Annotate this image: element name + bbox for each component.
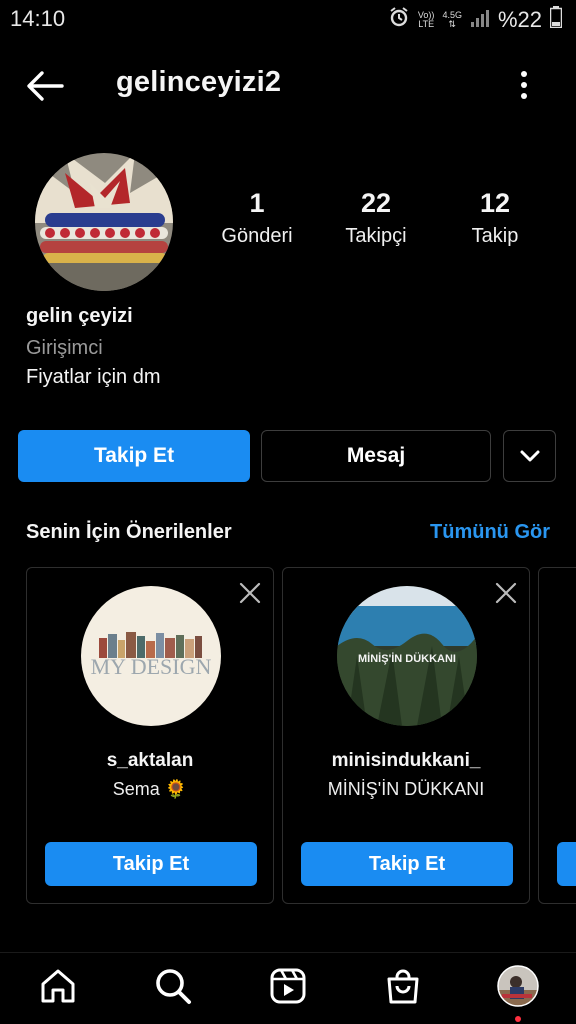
stat-following-label: Takip	[471, 225, 519, 247]
suggestion-follow-button[interactable]: Takip Et	[301, 842, 513, 886]
profile-name: gelin çeyizi	[26, 305, 133, 327]
more-options-button[interactable]	[508, 66, 540, 106]
suggestion-avatar[interactable]: MİNİŞ'İN DÜKKANI	[337, 586, 477, 726]
status-time: 14:10	[10, 6, 66, 31]
suggestions-toggle-button[interactable]	[503, 430, 556, 482]
reels-icon	[270, 968, 306, 1004]
status-icons: Vo)) LTE 4.5G ⇅ %22	[388, 6, 563, 34]
follow-button[interactable]: Takip Et	[18, 430, 250, 482]
profile-avatar-icon	[497, 965, 539, 1007]
stat-followers[interactable]: 22 Takipçi	[321, 188, 431, 248]
notification-dot	[515, 1016, 521, 1022]
status-bar: 14:10 Vo)) LTE 4.5G ⇅ %22	[0, 0, 576, 38]
close-icon	[495, 582, 517, 604]
suggestion-follow-button[interactable]: Takip Et	[45, 842, 257, 886]
suggestion-card[interactable]: MY DESIGN s_aktalan Sema 🌻 Takip Et	[26, 567, 274, 904]
suggestion-avatar-logo-text: MY DESIGN	[91, 654, 212, 679]
profile-avatar[interactable]	[32, 150, 176, 294]
suggestion-username[interactable]: minisindukkani_	[283, 750, 529, 772]
suggestions-title: Senin İçin Önerilenler	[26, 521, 232, 543]
nav-home[interactable]	[34, 962, 82, 1010]
nav-search[interactable]	[149, 962, 197, 1010]
stat-followers-value: 22	[360, 188, 392, 218]
chevron-down-icon	[520, 450, 539, 462]
stat-posts-value: 1	[249, 188, 265, 218]
data-arrows-icon: ⇅	[448, 19, 456, 29]
message-button[interactable]: Mesaj	[261, 430, 491, 482]
suggestion-avatar-logo-text: MİNİŞ'İN DÜKKANI	[358, 652, 456, 665]
signal-icon	[470, 7, 490, 33]
bottom-nav-divider	[0, 952, 576, 953]
stat-following-value: 12	[479, 188, 511, 218]
battery-icon	[549, 6, 563, 34]
suggestion-card[interactable]: MİNİŞ'İN DÜKKANI minisindukkani_ MİNİŞ'İ…	[282, 567, 530, 904]
profile-bio: Fiyatlar için dm	[26, 366, 161, 388]
nav-profile[interactable]	[494, 962, 542, 1010]
data-indicator: 4.5G ⇅	[442, 11, 462, 29]
suggestion-avatar[interactable]: MY DESIGN	[81, 586, 221, 726]
nav-reels[interactable]	[264, 962, 312, 1010]
suggestion-username[interactable]: s_aktalan	[27, 750, 273, 772]
stat-following[interactable]: 12 Takip	[440, 188, 550, 248]
suggestion-subtitle: MİNİŞ'İN DÜKKANI	[327, 779, 485, 799]
stat-followers-label: Takipçi	[345, 225, 407, 247]
profile-username-title: gelinceyizi2	[116, 66, 282, 98]
nav-shop[interactable]	[379, 962, 427, 1010]
stat-posts-label: Gönderi	[221, 225, 293, 247]
lte-label: LTE	[418, 19, 435, 29]
see-all-link[interactable]: Tümünü Gör	[430, 521, 550, 544]
back-button[interactable]	[24, 66, 66, 106]
suggestion-subtitle: Sema 🌻	[112, 779, 188, 799]
battery-level: %22	[497, 7, 542, 32]
profile-category: Girişimci	[26, 337, 103, 359]
shop-icon	[387, 969, 419, 1004]
alarm-icon	[388, 6, 410, 34]
volte-indicator: Vo)) LTE	[418, 11, 435, 29]
dismiss-suggestion-button[interactable]	[239, 582, 261, 604]
home-icon	[41, 969, 75, 1003]
suggestion-card-partial[interactable]	[538, 567, 576, 904]
arrow-left-icon	[27, 71, 64, 101]
more-vertical-icon	[521, 71, 527, 99]
close-icon	[239, 582, 261, 604]
search-icon	[156, 969, 191, 1004]
suggestion-follow-button-partial[interactable]	[557, 842, 576, 886]
dismiss-suggestion-button[interactable]	[495, 582, 517, 604]
stat-posts[interactable]: 1 Gönderi	[202, 188, 312, 248]
